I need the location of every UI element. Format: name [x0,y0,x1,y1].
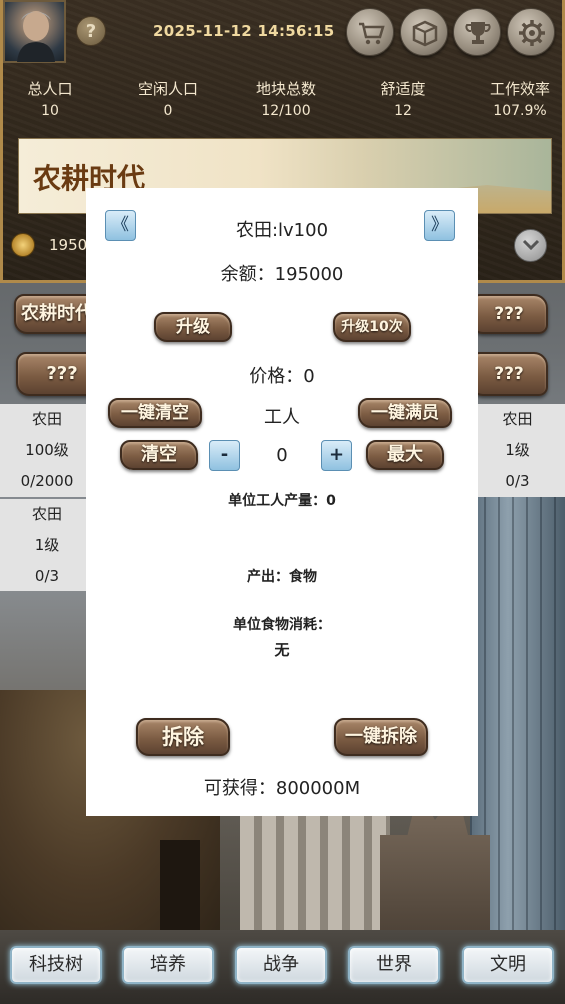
question-icon: ? [85,21,97,42]
nav-war[interactable]: 战争 [235,946,327,984]
food-consumption-label: 单位食物消耗： [233,617,331,633]
shop-button[interactable] [346,8,394,56]
stat-total-plots: 地块总数 12/100 [255,80,316,119]
clear-workers-button[interactable]: 清空 [120,440,198,470]
building-title: 农田:lv100 [235,220,329,241]
cart-icon [359,22,385,45]
next-building-button[interactable]: 》 [424,210,455,241]
achievements-button[interactable] [453,8,501,56]
fill-all-workers-button[interactable]: 一键满员 [358,398,452,428]
help-button[interactable]: ? [76,16,106,46]
datetime-display: 2025-11-12 14:56:15 [153,22,335,40]
nav-world[interactable]: 世界 [348,946,440,984]
building-cell[interactable]: 农田 100级 0/2000 [0,404,94,497]
unknown-button-right-2[interactable]: ??? [470,352,548,396]
coin-icon [11,233,35,257]
package-icon [412,20,438,47]
nav-civilization[interactable]: 文明 [462,946,554,984]
workers-label: 工人 [264,407,300,428]
settings-button[interactable] [507,8,555,56]
expand-button[interactable] [514,229,547,262]
obtainable-text: 可获得：800000M [203,778,361,799]
chevron-down-icon [522,239,540,251]
upgrade-10x-button[interactable]: 升级10次 [333,312,411,342]
avatar[interactable] [3,0,66,63]
nav-cultivate[interactable]: 培养 [122,946,214,984]
price-text: 价格：0 [249,366,315,387]
food-consumption-value: 无 [274,641,290,659]
gear-icon [519,20,545,46]
balance-text: 余额：195000 [220,264,344,285]
stats-row: 总人口 10 空闲人口 0 地块总数 12/100 舒适度 12 工作效率 107.9% [3,78,565,126]
stat-total-population: 总人口 10 [27,80,73,119]
demolish-all-button[interactable]: 一键拆除 [334,718,428,756]
unit-output-value: 0 [326,493,336,509]
output-text: 产出：食物 [247,569,317,585]
inventory-button[interactable] [400,8,448,56]
building-detail-dialog: 《 农田:lv100 》 余额：195000 升级 升级10次 价格：0 一键清… [86,188,478,816]
trophy-icon [465,22,491,44]
unknown-button-right-1[interactable]: ??? [470,294,548,334]
building-cell[interactable]: 农田 1级 0/3 [470,404,565,497]
upgrade-button[interactable]: 升级 [154,312,232,342]
unit-output: 单位工人产量：0 [86,490,478,510]
decrease-workers-button[interactable]: - [209,440,240,471]
stat-work-efficiency: 工作效率 107.9% [489,80,550,119]
stat-idle-population: 空闲人口 0 [137,80,198,119]
stat-comfort: 舒适度 12 [380,80,426,119]
clear-all-workers-button[interactable]: 一键清空 [108,398,202,428]
unit-output-label: 单位工人产量： [228,493,327,509]
max-workers-button[interactable]: 最大 [366,440,444,470]
worker-count: 0 [276,445,288,466]
demolish-button[interactable]: 拆除 [136,718,230,756]
building-cell[interactable]: 农田 1级 0/3 [0,499,94,591]
nav-tech-tree[interactable]: 科技树 [10,946,102,984]
increase-workers-button[interactable]: + [321,440,352,471]
